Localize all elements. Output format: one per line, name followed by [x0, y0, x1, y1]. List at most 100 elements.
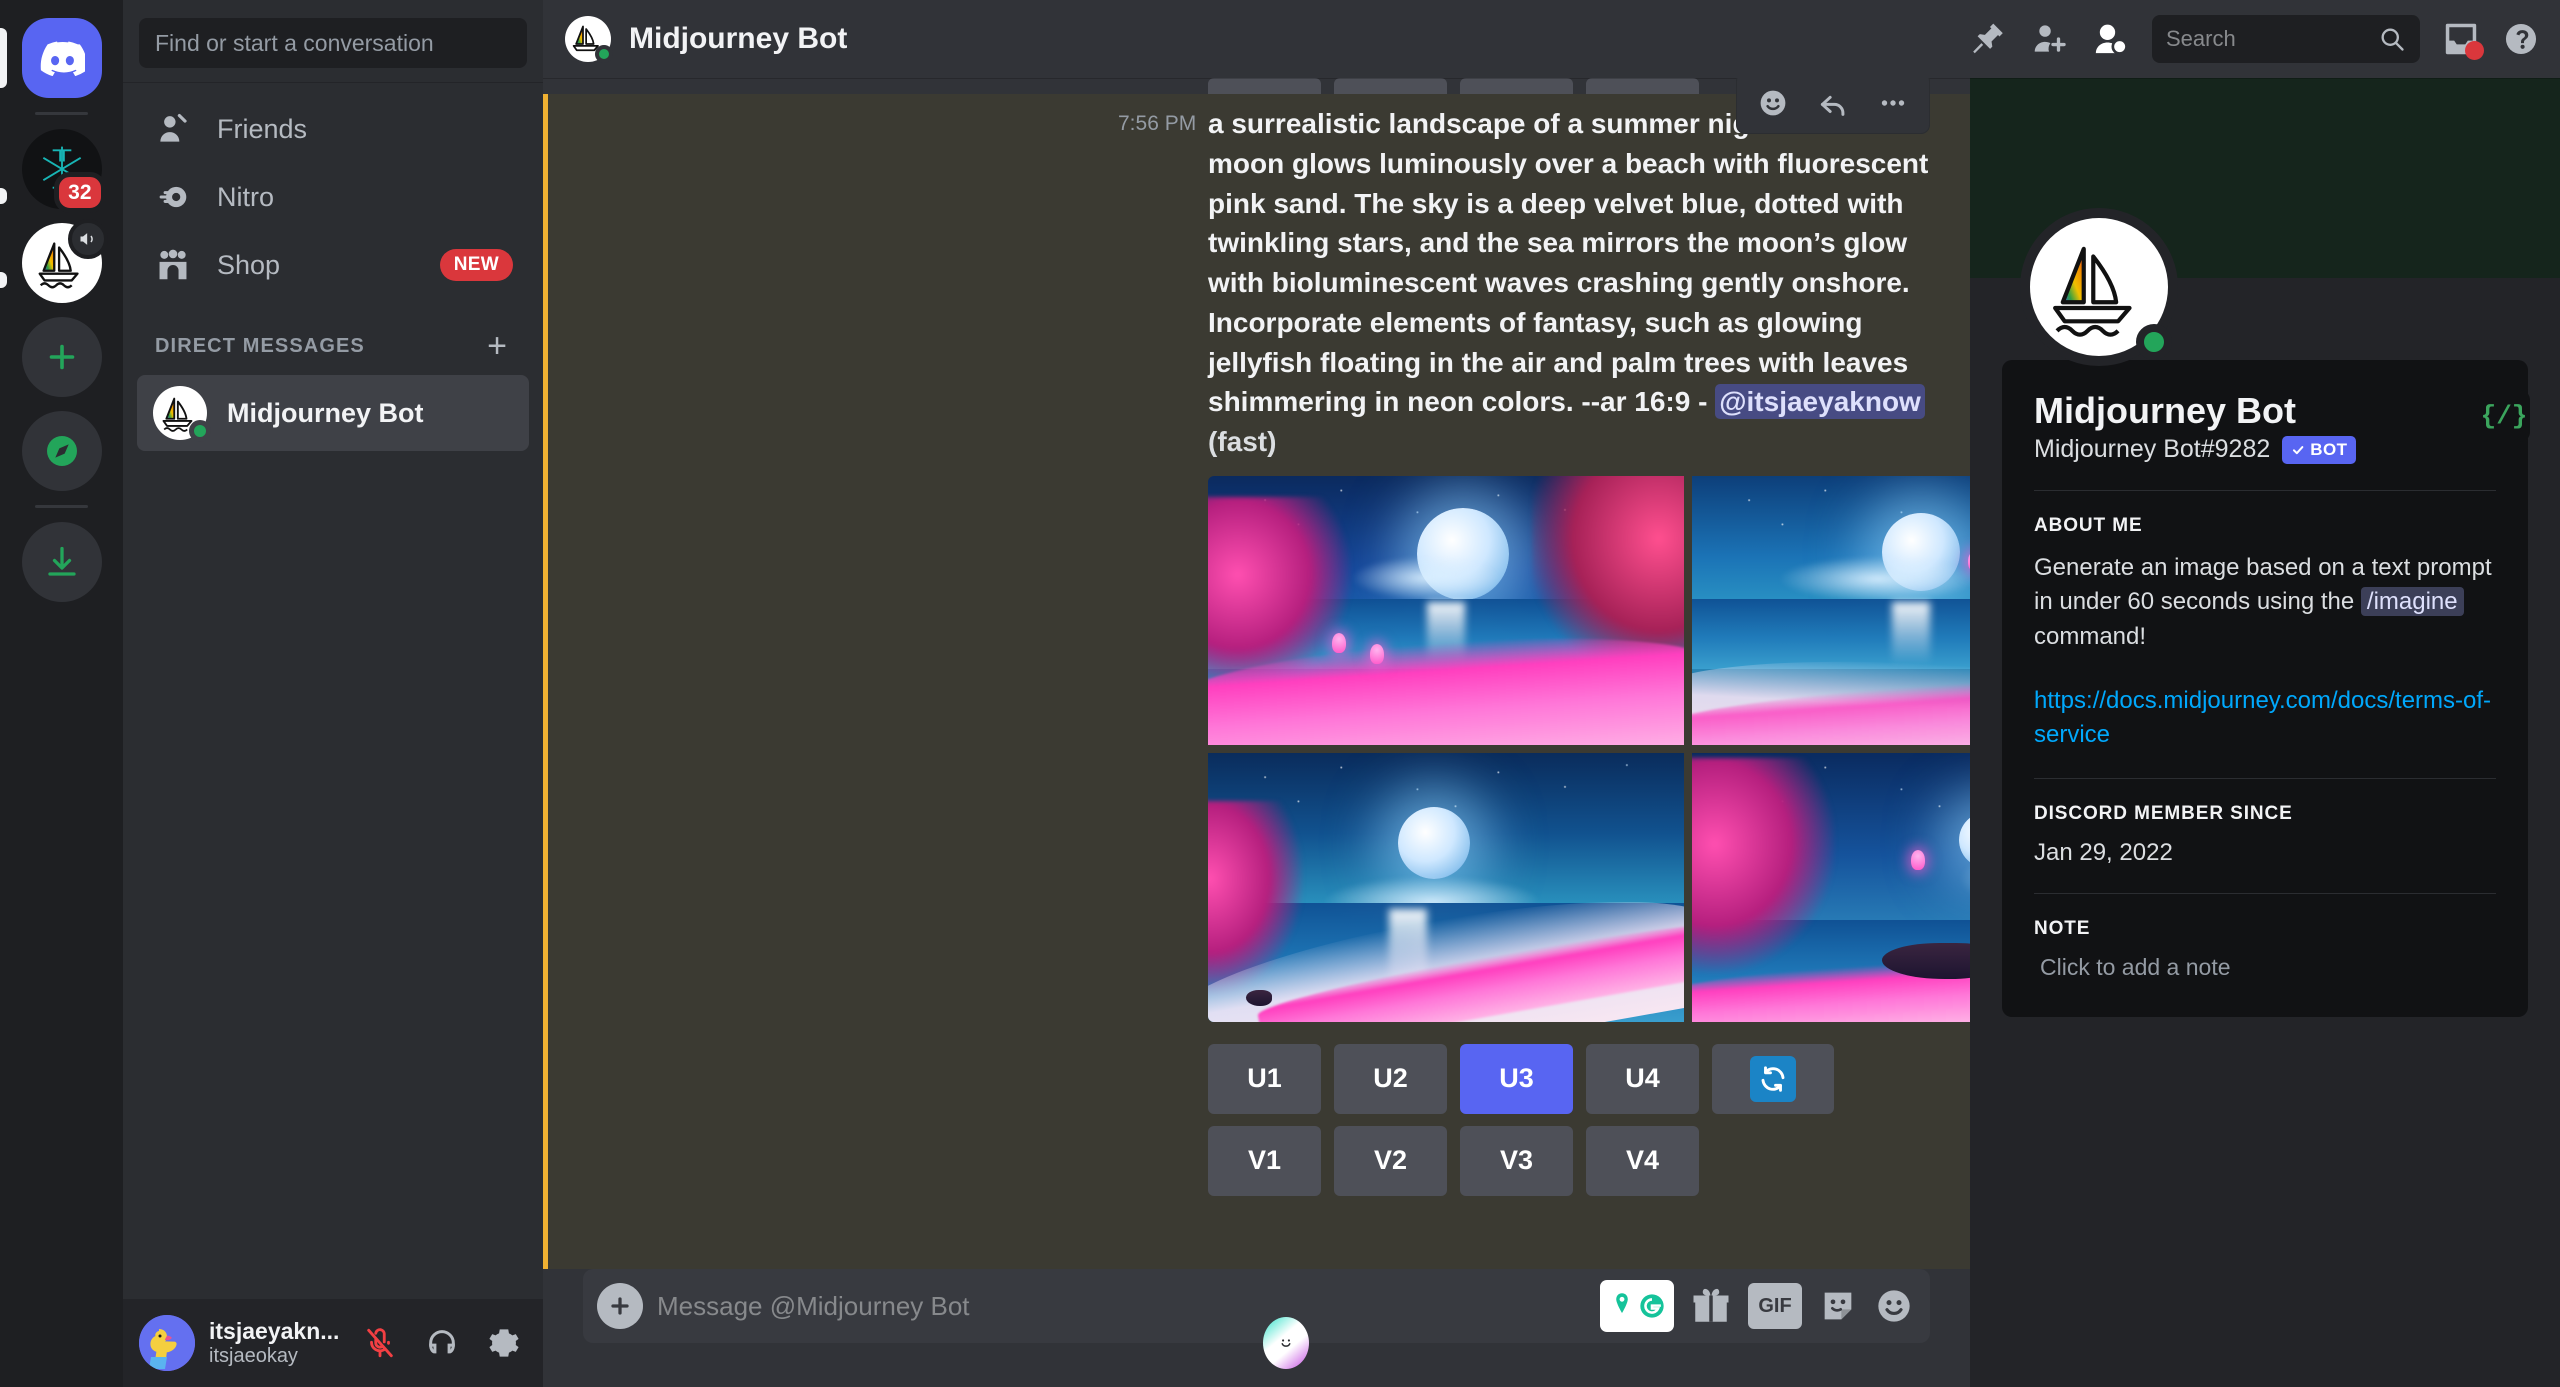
nitro-icon: [153, 177, 193, 217]
current-user-meta: itsjaeyakn... itsjaeokay: [209, 1318, 340, 1367]
button-v4[interactable]: V4: [1586, 1125, 1699, 1196]
message-list[interactable]: 7:56 PM a surrealistic landscape of a su…: [543, 78, 1970, 1269]
sticker-picker-button[interactable]: [1818, 1286, 1858, 1326]
nitro-bubble-icon[interactable]: [1263, 1317, 1310, 1369]
pin-glyph: [1973, 23, 2003, 54]
generated-image-2[interactable]: [1692, 475, 1970, 745]
guild-midjourney[interactable]: [21, 219, 108, 303]
guild-discord-home[interactable]: [21, 18, 102, 98]
deafen-button[interactable]: [415, 1316, 469, 1370]
find-conversation-input[interactable]: [139, 18, 527, 68]
create-dm-button[interactable]: +: [487, 329, 513, 363]
button-u1[interactable]: U1: [1208, 1043, 1321, 1114]
button-v2[interactable]: V2: [1334, 1125, 1447, 1196]
note-input[interactable]: Click to add a note: [2034, 954, 2496, 981]
profile-avatar-wrap: [2020, 208, 2178, 366]
mention-chip[interactable]: @itsjaeyaknow: [1715, 384, 1925, 420]
speaker-icon: [80, 233, 93, 245]
gif-picker-button[interactable]: GIF: [1748, 1283, 1802, 1329]
clipped-button[interactable]: [1586, 78, 1699, 94]
help-icon[interactable]: [2502, 20, 2540, 58]
members-icon[interactable]: [2090, 19, 2130, 59]
message-prompt-text: a surrealistic landscape of a summer nig…: [1208, 108, 1929, 418]
emoji-glyph: [1878, 1290, 1910, 1322]
ellipsis-glyph: [1881, 100, 1905, 106]
add-server-button[interactable]: [21, 317, 102, 397]
button-u3[interactable]: U3: [1460, 1043, 1573, 1114]
gift-icon[interactable]: [1690, 1285, 1732, 1327]
pin-icon[interactable]: [1970, 20, 2008, 58]
gear-icon: [489, 1329, 519, 1357]
clipped-button[interactable]: [1460, 78, 1573, 94]
button-v1[interactable]: V1: [1208, 1125, 1321, 1196]
search-input[interactable]: Search: [2152, 15, 2420, 63]
dm-item-midjourney-bot[interactable]: Midjourney Bot: [137, 375, 529, 451]
note-heading: NOTE: [2034, 917, 2091, 939]
download-apps-button[interactable]: [21, 522, 102, 602]
generated-image-3[interactable]: [1208, 752, 1684, 1022]
grammarly-icon[interactable]: [1600, 1280, 1674, 1332]
developer-badge-icon[interactable]: {/}: [2478, 390, 2530, 442]
add-friend-icon[interactable]: [2030, 20, 2068, 58]
composer-actions: GIF: [1600, 1280, 1914, 1332]
generated-image-1[interactable]: [1208, 475, 1684, 745]
about-me-suffix: command!: [2034, 622, 2147, 650]
gift-glyph: [1693, 1288, 1729, 1322]
dm-list: Friends Nitro Shop NEW DIRECT MESSAGES +…: [123, 95, 543, 1299]
inbox-icon[interactable]: [2442, 20, 2484, 60]
download-icon: [47, 546, 76, 576]
user-panel: itsjaeyakn... itsjaeokay: [123, 1299, 543, 1387]
header-actions: Search: [1970, 15, 2540, 63]
more-icon[interactable]: [1865, 78, 1921, 130]
header-avatar: [565, 16, 613, 63]
sidebar-item-label: Shop: [217, 249, 281, 280]
sidebar-item-shop[interactable]: Shop NEW: [137, 231, 529, 299]
headphones-icon: [429, 1330, 455, 1354]
voice-connected-icon: [67, 219, 108, 259]
sidebar-item-friends[interactable]: Friends: [137, 95, 529, 163]
clipped-button[interactable]: [1334, 78, 1447, 94]
button-u4[interactable]: U4: [1586, 1043, 1699, 1114]
bot-badge-label: BOT: [2310, 439, 2348, 459]
generated-image-4[interactable]: [1692, 752, 1970, 1022]
add-reaction-icon[interactable]: [1745, 78, 1801, 130]
user-panel-actions: [353, 1316, 531, 1370]
message-composer: GIF: [583, 1269, 1930, 1369]
message-input[interactable]: [657, 1290, 1586, 1322]
button-u2[interactable]: U2: [1334, 1043, 1447, 1114]
emoji-picker-button[interactable]: [1874, 1286, 1914, 1326]
reply-icon[interactable]: [1805, 78, 1861, 130]
guild-unread-pill-2: [0, 272, 7, 288]
upload-attachment-button[interactable]: [597, 1283, 643, 1329]
explore-servers-button[interactable]: [21, 411, 102, 491]
friends-icon: [153, 109, 193, 149]
profile-link[interactable]: https://docs.midjourney.com/docs/terms-o…: [2034, 684, 2496, 752]
profile-divider: [2034, 490, 2496, 492]
user-settings-button[interactable]: [477, 1316, 531, 1370]
message-item: Design abstract digital art that capture…: [543, 1233, 1970, 1269]
guild-snowflake[interactable]: 32: [21, 129, 106, 213]
members-glyph: [2095, 24, 2128, 55]
channel-header: Midjourney Bot Search: [543, 0, 2560, 78]
profile-tag-row: Midjourney Bot#9282 BOT: [2034, 435, 2496, 464]
mute-button[interactable]: [353, 1316, 407, 1370]
sidebar-item-nitro[interactable]: Nitro: [137, 163, 529, 231]
status-badge-online: [595, 45, 613, 63]
button-reroll[interactable]: [1712, 1043, 1834, 1114]
clipped-button[interactable]: [1208, 78, 1321, 94]
profile-username-tag: Midjourney Bot#9282: [2034, 435, 2271, 464]
add-friend-glyph: [2034, 25, 2066, 52]
smiley-small-glyph: [1281, 1339, 1291, 1347]
button-v3[interactable]: V3: [1460, 1125, 1573, 1196]
smiley-glyph: [1760, 90, 1786, 116]
message-text: Design abstract digital art that capture…: [1208, 1260, 1930, 1269]
current-username: itsjaeyakn...: [209, 1318, 340, 1345]
message-suffix: (fast): [1208, 426, 1277, 457]
active-guild-pill: [0, 28, 7, 88]
current-user-avatar[interactable]: [139, 1315, 195, 1371]
page-title: Midjourney Bot: [629, 22, 848, 55]
profile-card: Midjourney Bot Midjourney Bot#9282 BOT A…: [2002, 360, 2528, 1017]
message-attachment-image-grid[interactable]: [1208, 475, 1970, 1022]
direct-messages-header: DIRECT MESSAGES +: [137, 299, 529, 375]
discord-logo-icon: [40, 40, 85, 76]
